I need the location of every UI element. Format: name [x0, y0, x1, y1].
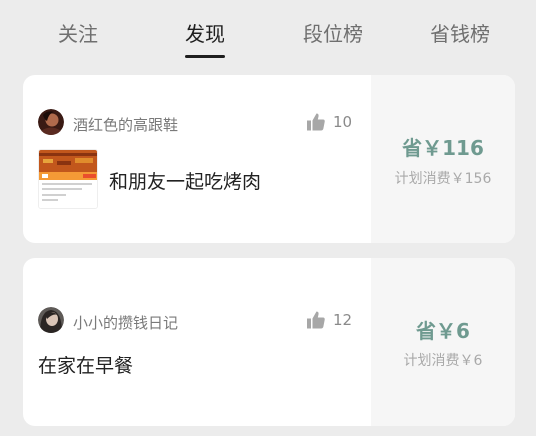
- post-card[interactable]: 酒红色的高跟鞋 10 和朋友一起吃烤肉 省￥116 计划消费￥156: [23, 75, 515, 243]
- savings-panel: 省￥6 计划消费￥6: [371, 258, 515, 426]
- post-thumbnail[interactable]: [38, 149, 98, 209]
- like-button[interactable]: 12: [306, 310, 352, 330]
- thumbs-up-icon: [307, 113, 325, 131]
- planned-spending: 计划消费￥6: [403, 353, 483, 369]
- planned-spending: 计划消费￥156: [394, 171, 492, 187]
- like-count: 12: [333, 311, 353, 329]
- post-card[interactable]: 小小的攒钱日记 12 在家在早餐 省￥6 计划消费￥6: [23, 258, 515, 426]
- saved-amount: 省￥116: [402, 136, 484, 160]
- saved-amount: 省￥6: [416, 319, 470, 343]
- avatar[interactable]: [38, 307, 64, 333]
- active-tab-indicator: [185, 55, 225, 58]
- tab-savings-rank[interactable]: 省钱榜: [430, 18, 490, 47]
- like-count: 10: [333, 113, 353, 131]
- post-title[interactable]: 和朋友一起吃烤肉: [109, 167, 261, 194]
- post-card-main: 酒红色的高跟鞋 10 和朋友一起吃烤肉: [23, 75, 371, 243]
- username[interactable]: 酒红色的高跟鞋: [73, 114, 178, 135]
- post-card-main: 小小的攒钱日记 12 在家在早餐: [23, 258, 371, 426]
- tab-rank[interactable]: 段位榜: [303, 18, 363, 47]
- tab-follow[interactable]: 关注: [58, 18, 98, 47]
- top-tab-bar: 关注 发现 段位榜 省钱榜: [0, 0, 536, 62]
- tab-discover[interactable]: 发现: [185, 18, 225, 47]
- savings-panel: 省￥116 计划消费￥156: [371, 75, 515, 243]
- post-title[interactable]: 在家在早餐: [38, 351, 133, 378]
- thumbs-up-icon: [307, 311, 325, 329]
- avatar[interactable]: [38, 109, 64, 135]
- username[interactable]: 小小的攒钱日记: [73, 312, 178, 333]
- like-button[interactable]: 10: [306, 112, 352, 132]
